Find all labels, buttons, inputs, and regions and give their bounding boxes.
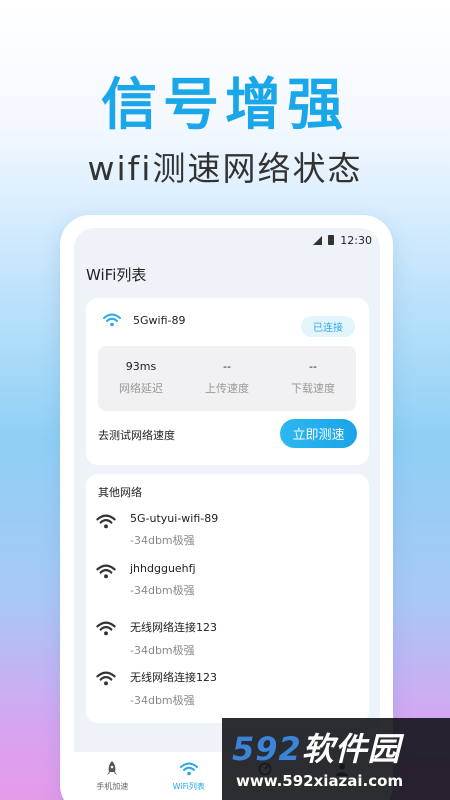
wifi-icon <box>179 762 198 776</box>
tab-label: WiFi列表 <box>172 782 205 791</box>
network-name: 5G-utyui-wifi-89 <box>130 512 219 525</box>
current-network-row[interactable]: 5Gwifi-89 <box>103 313 185 327</box>
tab-label: 手机加速 <box>96 782 129 791</box>
stat-value: -- <box>309 360 317 373</box>
network-list-item[interactable]: 无线网络连接123 -34dbm极强 <box>96 669 356 708</box>
stat-label: 下载速度 <box>291 382 335 395</box>
network-name: jhhdgguehfj <box>130 562 196 575</box>
wifi-icon <box>96 671 116 686</box>
network-strength: -34dbm极强 <box>130 694 195 707</box>
signal-icon <box>313 235 323 245</box>
stat-label: 网络延迟 <box>119 382 163 395</box>
stat-latency: 93ms 网络延迟 <box>98 346 184 411</box>
stat-upload: -- 上传速度 <box>184 346 270 411</box>
stat-value: 93ms <box>125 360 157 373</box>
current-network-card: 5Gwifi-89 已连接 93ms 网络延迟 -- 上传速度 -- 下载速度 … <box>86 298 369 465</box>
battery-icon <box>328 235 335 245</box>
wifi-icon <box>96 621 116 636</box>
promo-headline: 信号增强 <box>101 73 349 138</box>
speed-test-button[interactable]: 立即测速 <box>280 419 357 448</box>
watermark-url: www.592xiazai.com <box>236 772 404 790</box>
watermark-brand: 592软件园 <box>232 724 401 770</box>
network-name: 无线网络连接123 <box>130 621 217 634</box>
watermark-brand-text: 软件园 <box>301 730 401 768</box>
wifi-icon <box>96 564 116 579</box>
stat-label: 上传速度 <box>205 382 249 395</box>
network-name: 无线网络连接123 <box>130 671 217 684</box>
stat-download: -- 下载速度 <box>270 346 356 411</box>
network-strength: -34dbm极强 <box>130 644 195 657</box>
stat-value: -- <box>223 360 231 373</box>
rocket-icon <box>107 761 118 775</box>
other-networks-card: 其他网络 5G-utyui-wifi-89 -34dbm极强 jhhdggueh… <box>86 474 369 723</box>
network-strength: -34dbm极强 <box>130 534 195 547</box>
speed-test-prompt: 去测试网络速度 <box>98 429 175 442</box>
connected-badge: 已连接 <box>301 316 355 337</box>
current-network-name: 5Gwifi-89 <box>133 313 186 327</box>
network-strength: -34dbm极强 <box>130 584 195 597</box>
watermark-logo: 592软件园 www.592xiazai.com <box>222 718 450 800</box>
watermark-number: 592 <box>232 730 302 768</box>
network-stats: 93ms 网络延迟 -- 上传速度 -- 下载速度 <box>98 346 356 411</box>
wifi-icon <box>103 313 121 327</box>
page-title: WiFi列表 <box>86 266 147 284</box>
wifi-icon <box>96 514 116 529</box>
promo-subline: wifi测速网络状态 <box>87 149 363 188</box>
tab-wifi-list[interactable]: WiFi列表 <box>151 752 228 800</box>
other-networks-title: 其他网络 <box>98 486 142 499</box>
status-bar: 12:30 <box>313 232 372 248</box>
app-screen: 12:30 WiFi列表 5Gwifi-89 已连接 93ms 网络延迟 -- … <box>74 228 380 800</box>
network-list-item[interactable]: 无线网络连接123 -34dbm极强 <box>96 619 356 658</box>
network-list-item[interactable]: jhhdgguehfj -34dbm极强 <box>96 562 356 598</box>
tab-phone-boost[interactable]: 手机加速 <box>74 752 151 800</box>
network-list-item[interactable]: 5G-utyui-wifi-89 -34dbm极强 <box>96 512 356 548</box>
status-time: 12:30 <box>340 233 372 247</box>
